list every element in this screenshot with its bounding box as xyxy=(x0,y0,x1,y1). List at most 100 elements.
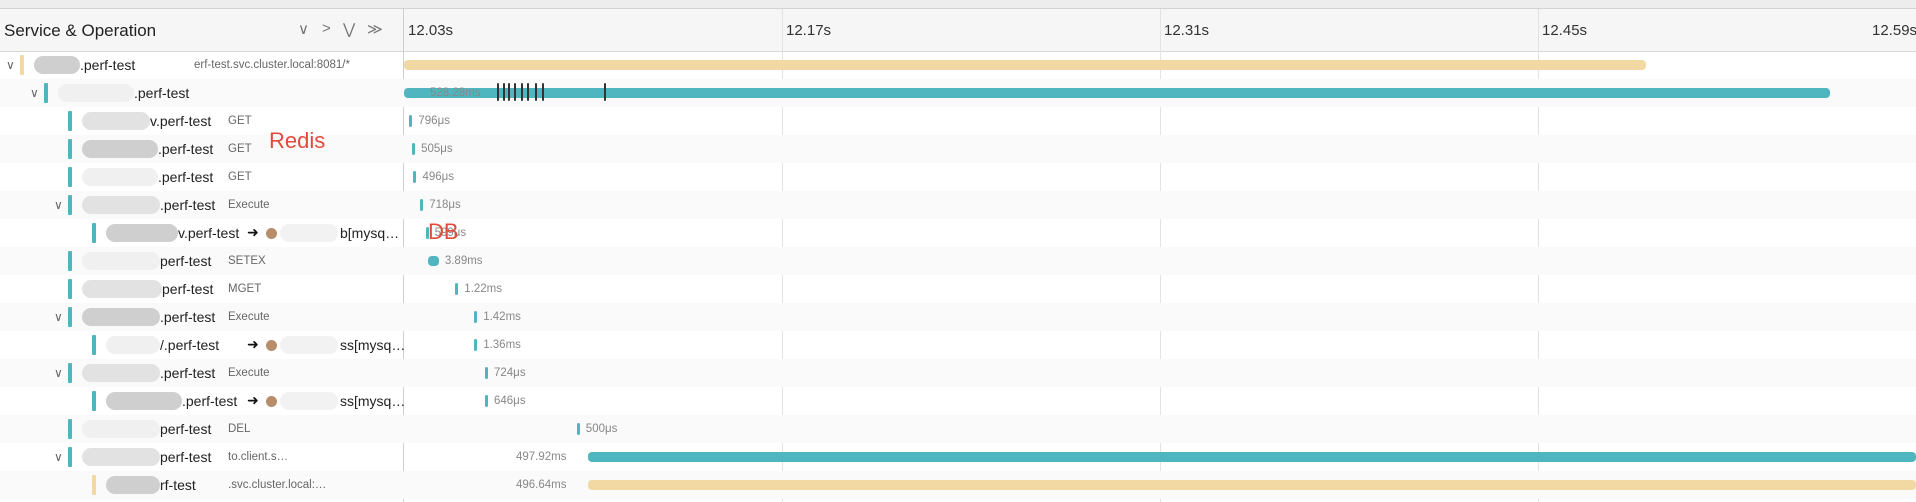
service-operation-title: Service & Operation xyxy=(4,21,157,40)
expand-one-icon[interactable]: > xyxy=(322,20,331,37)
service-name: .perf-test xyxy=(182,393,238,409)
operation-name: Execute xyxy=(228,311,270,323)
tick-label: 12.31s xyxy=(1164,22,1210,39)
service-color-bar xyxy=(68,447,72,467)
expand-all-icon[interactable]: ≫ xyxy=(367,20,383,38)
redacted-region xyxy=(82,308,160,326)
expand-chevron-icon[interactable]: ∨ xyxy=(54,310,63,324)
span-duration: 1.22ms xyxy=(464,283,503,295)
span-bar[interactable] xyxy=(474,311,478,323)
db-annotation: DB xyxy=(428,219,459,244)
redacted-region xyxy=(34,56,80,74)
span-duration: 3.89ms xyxy=(444,255,483,267)
service-name: v.perf-test xyxy=(178,225,240,241)
span-bar[interactable] xyxy=(587,480,1916,490)
arrow-right-icon: ➜ xyxy=(247,224,259,240)
operation-name: Execute xyxy=(228,367,270,379)
service-color-bar xyxy=(92,475,96,495)
span-row[interactable]: ∨ .perf-test xyxy=(0,79,403,107)
operation-name: erf-test.svc.cluster.local:8081/* xyxy=(194,59,350,71)
redacted-region xyxy=(82,140,158,158)
service-name: perf-test xyxy=(160,449,212,465)
collapse-one-icon[interactable]: ∨ xyxy=(298,20,309,38)
redacted-region xyxy=(82,112,150,130)
span-bar[interactable] xyxy=(587,452,1916,462)
span-row[interactable]: ∨ .perf-test Execute xyxy=(0,303,403,331)
span-duration: 497.92ms xyxy=(516,451,567,463)
tick-label: 12.59s xyxy=(1872,22,1916,39)
top-minimap-strip xyxy=(0,0,1916,9)
service-name: .perf-test xyxy=(160,365,216,381)
span-bar[interactable] xyxy=(455,283,459,295)
span-row[interactable]: perf-test MGET xyxy=(0,275,403,303)
operation-name: GET xyxy=(228,143,252,155)
service-color-bar xyxy=(44,83,48,103)
span-row[interactable]: ∨ .perf-test Execute xyxy=(0,191,403,219)
span-row[interactable]: .perf-test GET xyxy=(0,163,403,191)
child-span-marker xyxy=(497,83,499,101)
span-row[interactable]: v.perf-test ➜ b[mysq… xyxy=(0,219,403,247)
redacted-region xyxy=(82,364,160,382)
redacted-region xyxy=(280,224,338,242)
service-name: perf-test xyxy=(162,281,214,297)
redis-annotation: Redis xyxy=(269,128,326,153)
span-row[interactable]: ∨ .perf-test erf-test.svc.cluster.local:80… xyxy=(0,51,403,79)
operation-name: DEL xyxy=(228,423,251,435)
span-bar[interactable] xyxy=(428,256,439,266)
span-duration: 500μs xyxy=(585,423,618,435)
service-color-bar xyxy=(68,251,72,271)
service-name: v.perf-test xyxy=(150,113,212,129)
span-bar[interactable] xyxy=(576,423,580,435)
expand-chevron-icon[interactable]: ∨ xyxy=(54,198,63,212)
service-color-bar xyxy=(92,223,96,243)
span-bar[interactable] xyxy=(404,60,1646,70)
service-name: .perf-test xyxy=(158,141,214,157)
redacted-region xyxy=(82,420,160,438)
span-row[interactable]: perf-test SETEX xyxy=(0,247,403,275)
span-row[interactable]: .perf-test ➜ ss[mysq… xyxy=(0,387,406,415)
span-row[interactable]: v.perf-test GET xyxy=(0,107,403,135)
span-bar[interactable] xyxy=(409,115,413,127)
child-span-marker xyxy=(527,83,529,101)
span-duration: 496μs xyxy=(422,171,455,183)
collapse-all-icon[interactable]: ⋁ xyxy=(343,20,355,38)
span-bar[interactable] xyxy=(474,339,478,351)
span-row[interactable]: /.perf-test ➜ ss[mysq… xyxy=(0,331,406,359)
arrow-right-icon: ➜ xyxy=(247,336,259,352)
service-color-bar xyxy=(20,55,24,75)
redacted-region xyxy=(82,448,160,466)
span-bar[interactable] xyxy=(420,199,424,211)
service-color-bar xyxy=(92,335,96,355)
service-color-bar xyxy=(68,139,72,159)
service-name: .perf-test xyxy=(134,85,190,101)
child-span-marker xyxy=(604,83,606,101)
span-bar[interactable] xyxy=(485,367,488,379)
redacted-region xyxy=(82,280,162,298)
span-duration: 1.42ms xyxy=(483,311,521,323)
span-row[interactable]: rf-test .svc.cluster.local:… xyxy=(0,471,403,499)
tick-label: 12.45s xyxy=(1542,22,1588,39)
operation-name: Execute xyxy=(228,199,270,211)
span-bar[interactable] xyxy=(412,143,416,155)
span-row[interactable]: ∨ .perf-test Execute xyxy=(0,359,403,387)
redacted-region xyxy=(58,84,134,102)
span-row[interactable]: .perf-test GET xyxy=(0,135,403,163)
child-span-marker xyxy=(535,83,537,101)
span-bar[interactable] xyxy=(413,171,417,183)
span-row[interactable]: ∨ perf-test to.client.s… xyxy=(0,443,403,471)
span-duration: 496.64ms xyxy=(516,479,567,491)
span-duration: 646μs xyxy=(494,395,526,407)
expand-chevron-icon[interactable]: ∨ xyxy=(6,58,15,72)
peer-service-dot-icon xyxy=(266,228,277,239)
operation-name: GET xyxy=(228,115,252,127)
expand-chevron-icon[interactable]: ∨ xyxy=(54,366,63,380)
span-row[interactable]: perf-test DEL xyxy=(0,415,403,443)
span-duration: 718μs xyxy=(429,199,461,211)
expand-chevron-icon[interactable]: ∨ xyxy=(30,86,39,100)
expand-chevron-icon[interactable]: ∨ xyxy=(54,450,63,464)
peer-service-name: ss[mysq… xyxy=(340,337,406,353)
peer-service-name: ss[mysq… xyxy=(340,393,406,409)
service-color-bar xyxy=(68,111,72,131)
span-bar[interactable] xyxy=(404,88,1830,98)
span-bar[interactable] xyxy=(485,395,488,407)
